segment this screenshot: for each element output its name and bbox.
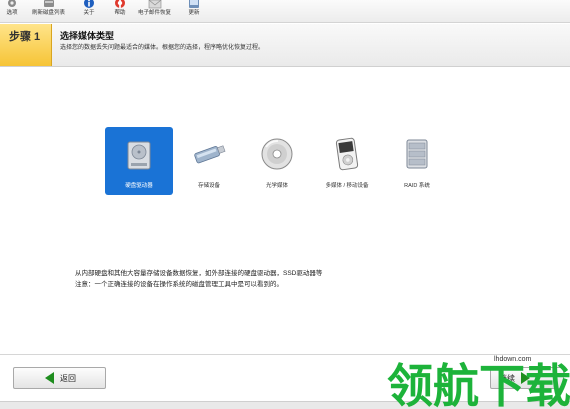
about-button[interactable]: 关于 [82,0,96,22]
about-label: 关于 [83,10,95,16]
media-multimedia-label: 多媒体 / 移动设备 [325,183,369,189]
media-raid[interactable]: RAID 系统 [383,127,451,195]
media-hard-drive[interactable]: 硬盘驱动器 [105,127,173,195]
watermark-logo: 领航下载 [387,359,570,408]
step-number-box: 步骤 1 [0,24,52,66]
info-icon [84,0,94,8]
toolbar: 选项 刷新磁盘列表 关于 帮助 电子邮件恢复 更新 [0,0,570,23]
update-icon [189,0,199,8]
media-storage-device[interactable]: 存储设备 [175,127,243,195]
update-button[interactable]: 更新 [187,0,201,22]
email-icon [148,0,161,9]
options-label: 选项 [6,10,18,16]
help-button[interactable]: 帮助 [113,0,127,22]
raid-icon [406,139,428,169]
update-label: 更新 [188,10,200,16]
step-number: 步骤 1 [9,31,41,43]
email-recovery-button[interactable]: 电子邮件恢复 [138,0,171,22]
media-storage-device-label: 存储设备 [197,183,220,189]
watermark-text: 领航下载 [387,359,570,408]
optical-disc-icon [261,138,293,170]
options-button[interactable]: 选项 [5,0,19,22]
media-multimedia[interactable]: 多媒体 / 移动设备 [313,127,381,195]
usb-drive-icon [194,145,226,164]
back-button[interactable]: 返回 [13,367,106,389]
arrow-left-icon [45,372,54,384]
step-description: 选择您的数据丢失问题最适合的媒体。根据您的选择，程序略优化恢复过程。 [60,45,265,51]
media-raid-label: RAID 系统 [404,183,430,189]
media-hard-drive-label: 硬盘驱动器 [125,183,153,189]
media-player-icon [335,137,359,171]
hard-drive-icon [127,141,151,170]
description-line-1: 从内部硬盘和其他大容量存储设备数据恢复，如外部连接的硬盘驱动器，SSD驱动器等 [75,270,323,277]
back-button-label: 返回 [60,373,76,383]
refresh-disk-list-label: 刷新磁盘列表 [32,10,66,16]
gear-icon [8,0,16,7]
email-recovery-label: 电子邮件恢复 [138,10,172,16]
refresh-disk-icon [43,0,54,7]
refresh-disk-list-button[interactable]: 刷新磁盘列表 [32,0,65,22]
step-title: 选择媒体类型 [60,31,115,41]
description-line-2: 注意：一个正确连接的设备在操作系统的磁盘管理工具中是可以看到的。 [75,281,283,288]
media-description: 从内部硬盘和其他大容量存储设备数据恢复，如外部连接的硬盘驱动器，SSD驱动器等 … [75,268,322,290]
help-label: 帮助 [114,10,126,16]
step-header: 步骤 1 选择媒体类型 选择您的数据丢失问题最适合的媒体。根据您的选择，程序略优… [0,24,570,67]
media-optical-label: 光学媒体 [265,183,288,189]
help-lifebuoy-icon [115,0,125,8]
media-optical[interactable]: 光学媒体 [243,127,311,195]
